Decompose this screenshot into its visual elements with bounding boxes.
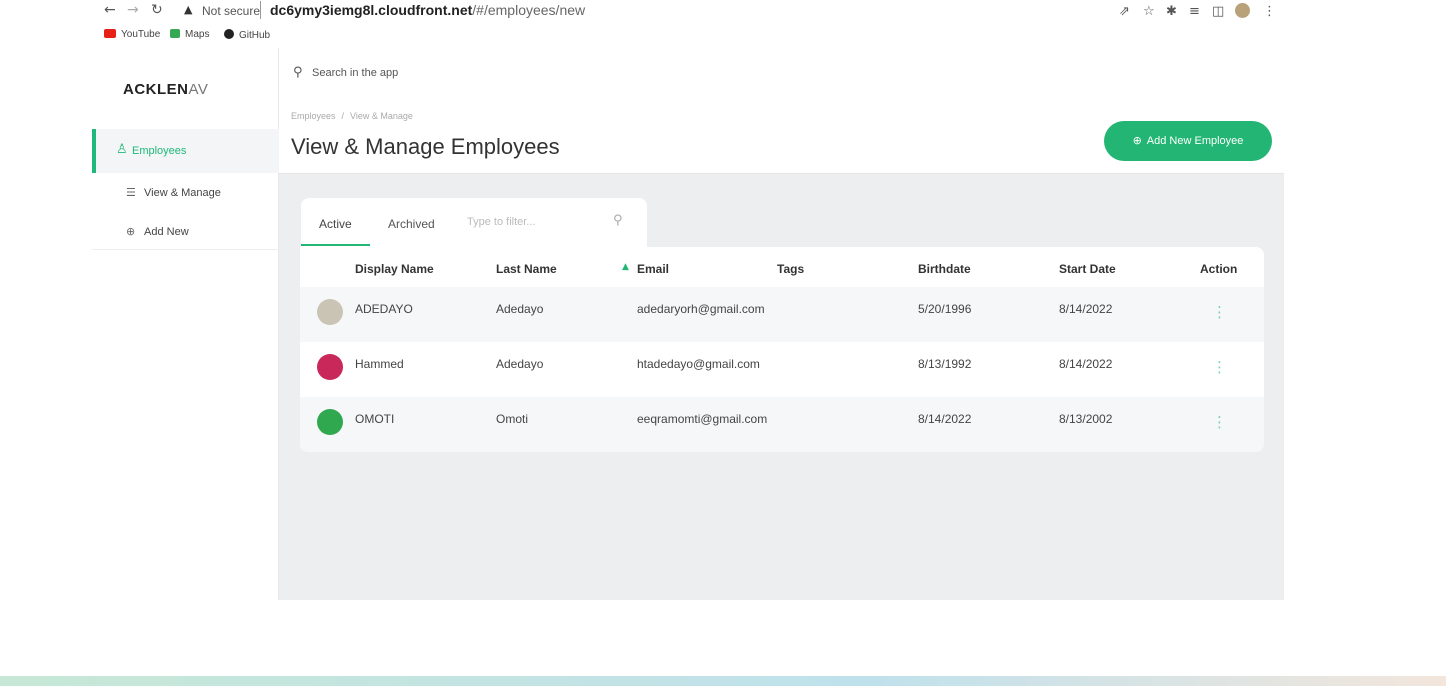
youtube-icon xyxy=(104,29,116,38)
row-actions-icon[interactable]: ⋮ xyxy=(1212,415,1227,430)
sidebar-item-add-new[interactable]: ⊕ Add New xyxy=(126,225,189,238)
plus-circle-icon: ⊕ xyxy=(126,225,136,238)
table-row[interactable]: OMOTI Omoti eeqramomti@gmail.com 8/14/20… xyxy=(300,397,1264,452)
breadcrumb-current: View & Manage xyxy=(350,111,413,121)
reload-icon[interactable]: ↻ xyxy=(151,2,163,18)
back-icon[interactable]: ← xyxy=(104,2,116,18)
tab-active[interactable]: Active xyxy=(319,217,352,231)
cell-birthdate: 8/14/2022 xyxy=(918,412,972,426)
employees-table: Display Name Last Name ▲ Email Tags Birt… xyxy=(300,247,1264,452)
breadcrumb-employees[interactable]: Employees xyxy=(291,111,336,121)
taskbar xyxy=(0,676,1446,686)
table-row[interactable]: Hammed Adedayo htadedayo@gmail.com 8/13/… xyxy=(300,342,1264,397)
sidebar-item-label: View & Manage xyxy=(144,187,221,199)
bookmark-label: Maps xyxy=(185,29,210,40)
list-icon: ☰ xyxy=(126,186,136,199)
security-label: Not secure xyxy=(202,4,261,18)
content-area: Active Archived ⚲ Display Name Last Name… xyxy=(279,174,1284,600)
address-bar[interactable]: ▲ Not secure dc6ymy3iemg8l.cloudfront.ne… xyxy=(172,1,1272,21)
person-icon: ♙ xyxy=(116,142,128,157)
column-header-tags[interactable]: Tags xyxy=(777,262,804,276)
main-area: ⚲ Search in the app Employees / View & Man… xyxy=(279,48,1284,600)
cell-email: adedaryorh@gmail.com xyxy=(637,302,765,316)
avatar xyxy=(317,409,343,435)
column-header-display-name[interactable]: Display Name xyxy=(355,262,434,276)
cell-start-date: 8/14/2022 xyxy=(1059,357,1113,371)
cell-last-name: Adedayo xyxy=(496,302,544,316)
page-header: ⚲ Search in the app Employees / View & Man… xyxy=(279,48,1284,174)
side-panel-icon[interactable]: ◫ xyxy=(1212,4,1224,19)
row-actions-icon[interactable]: ⋮ xyxy=(1212,360,1227,375)
app-window: ACKLENAV ♙ Employees ☰ View & Manage ⊕ Add… xyxy=(92,48,1284,600)
profile-avatar[interactable] xyxy=(1235,3,1250,18)
share-icon[interactable]: ⇗ xyxy=(1119,4,1130,19)
avatar xyxy=(317,354,343,380)
reading-list-icon[interactable]: ≡ xyxy=(1189,4,1200,19)
table-row[interactable]: ADEDAYO Adedayo adedaryorh@gmail.com 5/2… xyxy=(300,287,1264,342)
divider xyxy=(92,249,279,250)
warning-icon: ▲ xyxy=(184,3,193,16)
forward-icon[interactable]: → xyxy=(127,2,139,18)
logo-light: AV xyxy=(188,81,209,98)
filter-input[interactable] xyxy=(467,208,627,236)
page-title: View & Manage Employees xyxy=(291,134,560,159)
cell-last-name: Adedayo xyxy=(496,357,544,371)
cell-display-name: ADEDAYO xyxy=(355,302,413,316)
sidebar-item-employees[interactable]: ♙ Employees xyxy=(92,129,279,173)
sidebar-item-label: Employees xyxy=(132,145,187,157)
cell-birthdate: 5/20/1996 xyxy=(918,302,972,316)
star-icon[interactable]: ☆ xyxy=(1143,4,1155,19)
maps-icon xyxy=(170,29,180,38)
logo-bold: ACKLEN xyxy=(123,81,189,98)
sort-ascending-icon[interactable]: ▲ xyxy=(622,262,629,272)
row-actions-icon[interactable]: ⋮ xyxy=(1212,305,1227,320)
cell-birthdate: 8/13/1992 xyxy=(918,357,972,371)
breadcrumb: Employees / View & Manage xyxy=(291,111,413,121)
sidebar-item-label: Add New xyxy=(144,226,189,238)
breadcrumb-separator: / xyxy=(341,111,345,121)
cell-start-date: 8/14/2022 xyxy=(1059,302,1113,316)
search-icon: ⚲ xyxy=(293,65,303,80)
bookmark-label: YouTube xyxy=(121,29,161,40)
sidebar: ACKLENAV ♙ Employees ☰ View & Manage ⊕ Add… xyxy=(92,48,279,600)
avatar xyxy=(317,299,343,325)
address-separator xyxy=(260,1,261,19)
column-header-email[interactable]: Email xyxy=(637,262,669,276)
cell-email: htadedayo@gmail.com xyxy=(637,357,760,371)
plus-circle-icon: ⊕ xyxy=(1132,134,1142,147)
column-header-action: Action xyxy=(1200,262,1238,276)
bookmark-label: GitHub xyxy=(239,30,271,41)
github-icon xyxy=(224,29,234,39)
url-text: dc6ymy3iemg8l.cloudfront.net/#/employees… xyxy=(270,2,585,18)
column-header-birthdate[interactable]: Birthdate xyxy=(918,262,971,276)
tab-bar: Active Archived ⚲ xyxy=(301,198,647,247)
cell-email: eeqramomti@gmail.com xyxy=(637,412,768,426)
active-tab-indicator xyxy=(301,244,370,246)
tab-archived[interactable]: Archived xyxy=(388,217,435,231)
bookmark-github[interactable]: GitHub xyxy=(224,29,270,41)
browser-chrome: ← → ↻ ▲ Not secure dc6ymy3iemg8l.cloudfr… xyxy=(0,0,1446,48)
bookmark-maps[interactable]: Maps xyxy=(170,29,209,40)
cell-start-date: 8/13/2002 xyxy=(1059,412,1113,426)
sidebar-item-view-manage[interactable]: ☰ View & Manage xyxy=(126,186,221,199)
cell-display-name: OMOTI xyxy=(355,412,395,426)
column-header-last-name[interactable]: Last Name xyxy=(496,262,557,276)
url-path: /#/employees/new xyxy=(472,2,586,18)
logo[interactable]: ACKLENAV xyxy=(123,81,208,98)
cell-last-name: Omoti xyxy=(496,412,529,426)
extensions-icon[interactable]: ✱ xyxy=(1166,4,1177,19)
cell-display-name: Hammed xyxy=(355,357,404,371)
button-label: Add New Employee xyxy=(1146,135,1244,147)
search-icon: ⚲ xyxy=(613,213,623,228)
column-header-start-date[interactable]: Start Date xyxy=(1059,262,1116,276)
app-search-input[interactable]: Search in the app xyxy=(312,67,398,79)
menu-icon[interactable]: ⋮ xyxy=(1263,4,1276,19)
add-new-employee-button[interactable]: ⊕ Add New Employee xyxy=(1104,121,1272,161)
url-host: dc6ymy3iemg8l.cloudfront.net xyxy=(270,2,473,18)
bookmark-youtube[interactable]: YouTube xyxy=(104,29,160,40)
